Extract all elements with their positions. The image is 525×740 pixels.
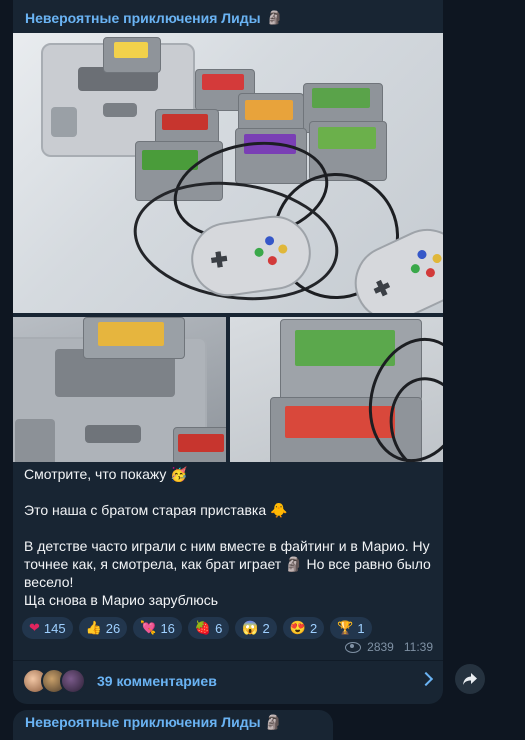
reactions-bar: ❤ 145 👍 26 💘 16 🍓 6 😱 2 😍 2 🏆 1 [22, 617, 372, 639]
moai-icon: 🗿 [264, 714, 282, 730]
reaction-count: 26 [105, 620, 121, 636]
scream-face-icon: 😱 [242, 620, 259, 635]
divider [13, 660, 443, 661]
view-count: 2839 [367, 640, 394, 654]
channel-name-text[interactable]: Невероятные приключения Лиды [25, 10, 261, 26]
photo-cartridges-closeup[interactable] [230, 317, 443, 462]
reaction-heart-eyes[interactable]: 😍 2 [282, 617, 325, 639]
commenter-avatars [22, 668, 86, 694]
party-emoji-icon: 🥳 [170, 466, 188, 482]
reaction-count: 145 [43, 620, 66, 636]
message-line-2: Это наша с братом старая приставка [24, 502, 267, 518]
reaction-count: 1 [357, 620, 365, 636]
message-bubble: Невероятные приключения Лиды 🗿 Смотрите,… [13, 0, 443, 704]
reaction-count: 16 [160, 620, 175, 636]
next-channel-name-text[interactable]: Невероятные приключения Лиды [25, 714, 261, 730]
comments-label[interactable]: 39 комментариев [97, 673, 217, 689]
next-message-bubble: Невероятные приключения Лиды 🗿 [13, 710, 333, 740]
moai-icon: 🗿 [285, 556, 303, 572]
moai-icon: 🗿 [266, 10, 283, 25]
reaction-scream[interactable]: 😱 2 [235, 617, 277, 639]
reaction-trophy[interactable]: 🏆 1 [330, 617, 372, 639]
heart-eyes-icon: 😍 [289, 620, 306, 635]
photo-consoles-and-cartridges[interactable] [13, 33, 443, 313]
comments-button[interactable]: 39 комментариев [13, 662, 443, 700]
heart-icon: ❤ [29, 620, 40, 635]
message-line-4: Ща снова в Марио зарублюсь [24, 592, 218, 608]
avatar [60, 668, 86, 694]
reaction-strawberry[interactable]: 🍓 6 [187, 617, 230, 639]
reaction-heart[interactable]: ❤ 145 [22, 617, 73, 639]
message-time: 11:39 [403, 640, 433, 654]
reaction-count: 6 [215, 620, 223, 636]
heart-arrow-icon: 💘 [140, 620, 157, 635]
channel-name[interactable]: Невероятные приключения Лиды 🗿 [25, 10, 283, 26]
chevron-right-icon[interactable] [418, 671, 434, 687]
share-button[interactable] [455, 664, 485, 694]
message-meta: 2839 11:39 [345, 640, 433, 654]
photo-console-closeup[interactable] [13, 317, 226, 462]
message-text: Смотрите, что покажу 🥳 Это наша с братом… [24, 465, 434, 609]
reaction-count: 2 [262, 620, 270, 636]
share-icon [463, 673, 477, 685]
cat-emoji-icon: 🐥 [270, 502, 288, 518]
reaction-count: 2 [309, 620, 318, 636]
trophy-icon: 🏆 [337, 620, 354, 635]
eye-icon [345, 641, 362, 653]
strawberry-icon: 🍓 [194, 620, 212, 635]
message-line-1: Смотрите, что покажу [24, 466, 167, 482]
reaction-thumbs-up[interactable]: 👍 26 [78, 617, 128, 639]
reaction-heart-arrow[interactable]: 💘 16 [133, 617, 182, 639]
thumbs-up-icon: 👍 [85, 620, 102, 635]
